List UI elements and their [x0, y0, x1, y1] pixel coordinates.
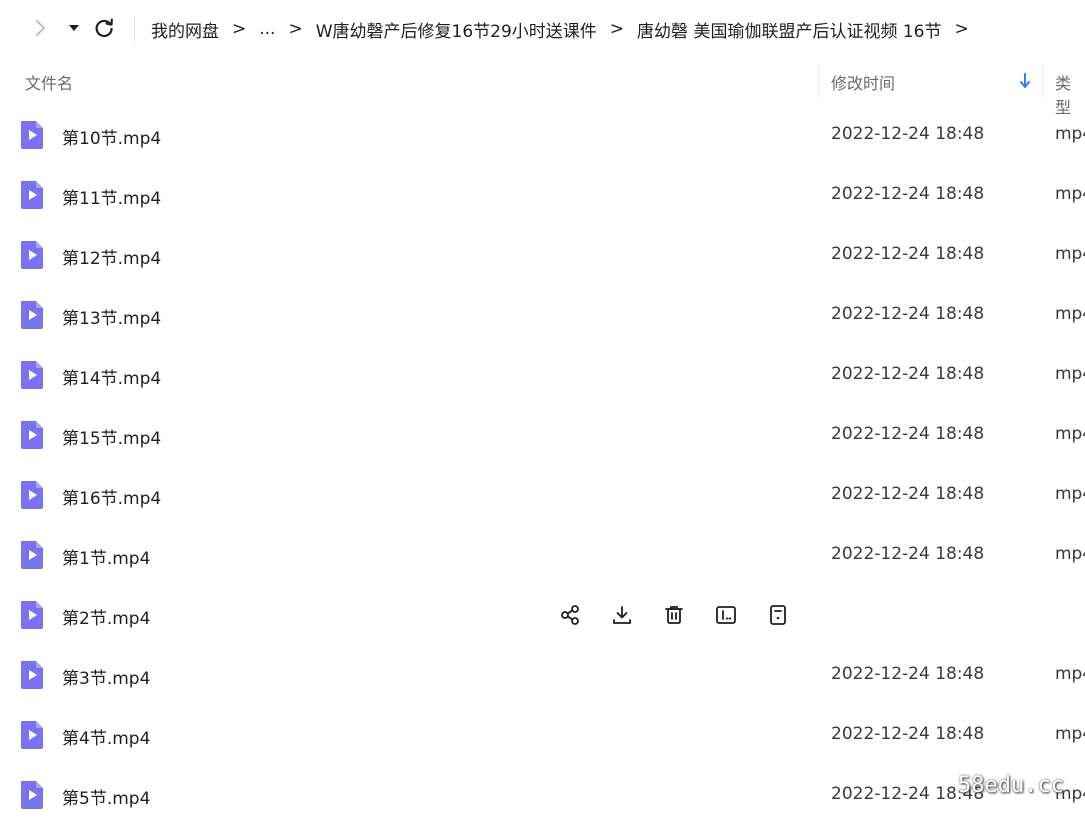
toolbar-divider — [134, 16, 135, 42]
refresh-button[interactable] — [90, 14, 118, 42]
file-name[interactable]: 第12节.mp4 — [62, 244, 161, 269]
file-type: mp4 — [1055, 244, 1085, 264]
file-row[interactable]: 第16节.mp4 2022-12-24 18:48 mp4 — [0, 465, 1085, 525]
file-modified-time: 2022-12-24 18:48 — [831, 244, 985, 264]
file-type: mp4 — [1055, 484, 1085, 504]
file-type: mp4 — [1055, 724, 1085, 744]
video-file-icon — [18, 299, 46, 331]
file-type: mp4 — [1055, 124, 1085, 144]
file-row[interactable]: 第11节.mp4 2022-12-24 18:48 mp4 — [0, 165, 1085, 225]
file-row[interactable]: 第12节.mp4 2022-12-24 18:48 mp4 — [0, 225, 1085, 285]
file-row[interactable]: 第15节.mp4 2022-12-24 18:48 mp4 — [0, 405, 1085, 465]
file-row[interactable]: 第3节.mp4 2022-12-24 18:48 mp4 — [0, 645, 1085, 705]
video-file-icon — [18, 659, 46, 691]
watermark: 58edu.cc — [958, 773, 1064, 798]
row-hover-actions — [555, 600, 793, 630]
video-file-icon — [18, 539, 46, 571]
rename-icon[interactable] — [711, 600, 741, 630]
file-name[interactable]: 第5节.mp4 — [62, 784, 150, 809]
video-file-icon — [18, 719, 46, 751]
delete-icon[interactable] — [659, 600, 689, 630]
breadcrumb-separator: > — [954, 19, 969, 39]
file-type: mp4 — [1055, 304, 1085, 324]
file-row[interactable]: 第10节.mp4 2022-12-24 18:48 mp4 — [0, 105, 1085, 165]
file-modified-time: 2022-12-24 18:48 — [831, 424, 985, 444]
file-row[interactable]: 第2节.mp4 — [0, 585, 1085, 645]
file-modified-time: 2022-12-24 18:48 — [831, 364, 985, 384]
download-icon[interactable] — [607, 600, 637, 630]
file-name[interactable]: 第4节.mp4 — [62, 724, 150, 749]
file-row[interactable]: 第1节.mp4 2022-12-24 18:48 mp4 — [0, 525, 1085, 585]
file-modified-time: 2022-12-24 18:48 — [831, 184, 985, 204]
video-file-icon — [18, 479, 46, 511]
file-name[interactable]: 第10节.mp4 — [62, 124, 161, 149]
breadcrumb: 我的网盘 > ... > W唐幼磬产后修复16节29小时送课件 > 唐幼磬 美国… — [151, 16, 982, 42]
breadcrumb-item-parent[interactable]: W唐幼磬产后修复16节29小时送课件 — [316, 17, 597, 42]
video-file-icon — [18, 599, 46, 631]
video-file-icon — [18, 359, 46, 391]
breadcrumb-item-root[interactable]: 我的网盘 — [151, 17, 219, 42]
video-file-icon — [18, 179, 46, 211]
file-type: mp4 — [1055, 424, 1085, 444]
breadcrumb-item-ellipsis[interactable]: ... — [259, 19, 275, 39]
file-name[interactable]: 第15节.mp4 — [62, 424, 161, 449]
video-file-icon — [18, 419, 46, 451]
file-modified-time: 2022-12-24 18:48 — [831, 304, 985, 324]
file-modified-time: 2022-12-24 18:48 — [831, 124, 985, 144]
video-file-icon — [18, 779, 46, 811]
refresh-icon — [95, 18, 113, 38]
file-type: mp4 — [1055, 364, 1085, 384]
column-header-modified[interactable]: 修改时间 — [831, 70, 895, 94]
file-name[interactable]: 第3节.mp4 — [62, 664, 150, 689]
video-file-icon — [18, 239, 46, 271]
sort-down-arrow-icon[interactable] — [1018, 72, 1032, 94]
file-name[interactable]: 第11节.mp4 — [62, 184, 161, 209]
file-type: mp4 — [1055, 664, 1085, 684]
more-icon[interactable] — [763, 600, 793, 630]
file-type: mp4 — [1055, 184, 1085, 204]
file-row[interactable]: 第13节.mp4 2022-12-24 18:48 mp4 — [0, 285, 1085, 345]
history-dropdown-button[interactable] — [60, 14, 88, 42]
file-row[interactable]: 第14节.mp4 2022-12-24 18:48 mp4 — [0, 345, 1085, 405]
file-name[interactable]: 第16节.mp4 — [62, 484, 161, 509]
column-divider[interactable] — [818, 64, 819, 98]
breadcrumb-separator: > — [288, 19, 303, 39]
breadcrumb-separator: > — [232, 19, 247, 39]
file-name[interactable]: 第2节.mp4 — [62, 604, 150, 629]
file-modified-time: 2022-12-24 18:48 — [831, 484, 985, 504]
file-list: 第10节.mp4 2022-12-24 18:48 mp4 第11节.mp4 2022-… — [0, 105, 1085, 825]
share-icon[interactable] — [555, 600, 585, 630]
column-header-name[interactable]: 文件名 — [25, 70, 73, 94]
file-modified-time: 2022-12-24 18:48 — [831, 664, 985, 684]
caret-down-icon — [69, 25, 79, 31]
file-name[interactable]: 第14节.mp4 — [62, 364, 161, 389]
forward-button[interactable] — [26, 14, 54, 42]
breadcrumb-separator: > — [609, 19, 625, 39]
file-row[interactable]: 第5节.mp42022-12-24 18:48mp4 — [0, 765, 1085, 825]
chevron-right-icon — [36, 20, 46, 36]
file-name[interactable]: 第13节.mp4 — [62, 304, 161, 329]
video-file-icon — [18, 119, 46, 151]
file-modified-time: 2022-12-24 18:48 — [831, 544, 985, 564]
column-divider[interactable] — [1042, 64, 1043, 98]
file-modified-time: 2022-12-24 18:48 — [831, 724, 985, 744]
file-row[interactable]: 第4节.mp4 2022-12-24 18:48 mp4 — [0, 705, 1085, 765]
top-navigation-bar: 我的网盘 > ... > W唐幼磬产后修复16节29小时送课件 > 唐幼磬 美国… — [0, 0, 1085, 58]
file-name[interactable]: 第1节.mp4 — [62, 544, 150, 569]
breadcrumb-item-current[interactable]: 唐幼磬 美国瑜伽联盟产后认证视频 16节 — [637, 17, 941, 42]
file-list-header: 文件名 修改时间 类型 — [0, 60, 1085, 117]
file-type: mp4 — [1055, 544, 1085, 564]
